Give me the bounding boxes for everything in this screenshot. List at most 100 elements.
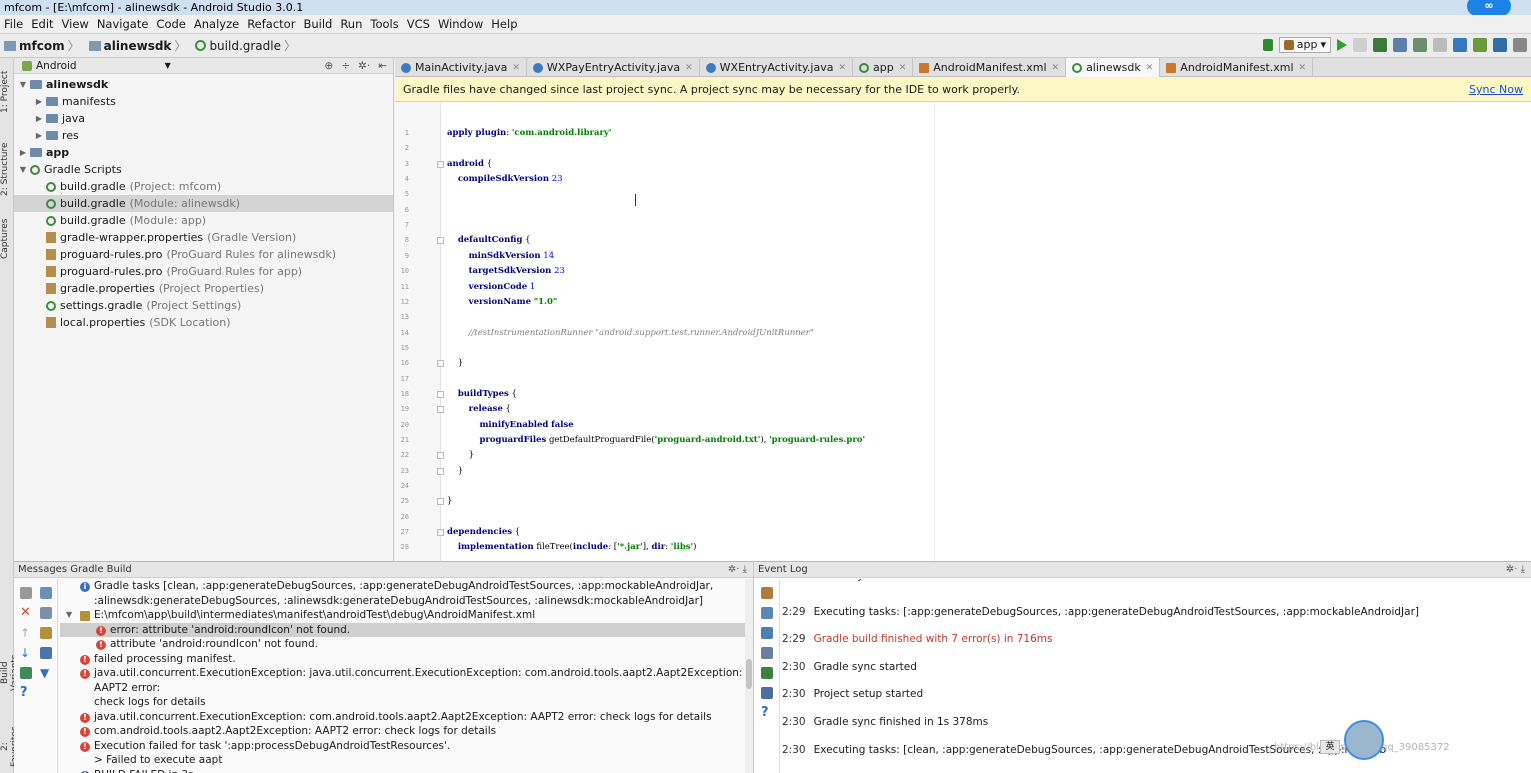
tree-item[interactable]: build.gradle (Module: app) bbox=[14, 212, 393, 229]
tree-item[interactable]: ▶ app bbox=[14, 144, 393, 161]
editor-tab[interactable]: AndroidManifest.xml ✕ bbox=[1160, 58, 1314, 77]
open-file-icon[interactable] bbox=[20, 667, 32, 679]
project-view-select[interactable]: Android bbox=[36, 60, 77, 72]
trash-icon[interactable] bbox=[761, 687, 773, 699]
menu-item-window[interactable]: Window bbox=[434, 17, 487, 31]
checkmark-icon[interactable] bbox=[761, 667, 773, 679]
soft-wrap-icon[interactable] bbox=[761, 627, 773, 639]
chevron-right-icon[interactable]: ▶ bbox=[18, 144, 28, 161]
profile-icon[interactable] bbox=[1393, 38, 1407, 52]
code-editor[interactable]: 1 apply plugin: 'com.android.library' 2 3 an… bbox=[395, 102, 1531, 561]
collapse-all-icon[interactable] bbox=[40, 607, 52, 619]
tree-item[interactable]: build.gradle (Module: alinewsdk) bbox=[14, 195, 393, 212]
tree-item[interactable]: local.properties (SDK Location) bbox=[14, 314, 393, 331]
apply-changes-icon[interactable] bbox=[1353, 38, 1367, 52]
tab-favorites[interactable]: 2: Favorites bbox=[0, 724, 20, 770]
message-item[interactable]: ! java.util.concurrent.ExecutionException… bbox=[60, 710, 746, 725]
tree-item[interactable]: gradle-wrapper.properties (Gradle Version… bbox=[14, 229, 393, 246]
message-item[interactable]: iBUILD FAILED in 3s bbox=[60, 768, 746, 773]
avd-manager-icon[interactable] bbox=[1473, 38, 1487, 52]
message-item[interactable]: i Gradle tasks [clean, :app:generateDebug… bbox=[60, 579, 746, 608]
scroll-to-end-icon[interactable] bbox=[761, 647, 773, 659]
scrollbar-thumb[interactable] bbox=[746, 659, 752, 689]
expand-all-icon[interactable] bbox=[40, 587, 52, 599]
message-item[interactable]: ▼ E:\mfcom\app\build\intermediates\manife… bbox=[60, 608, 746, 623]
run-icon[interactable] bbox=[1337, 39, 1347, 51]
fold-marker-icon[interactable] bbox=[437, 498, 444, 506]
fold-marker-icon[interactable] bbox=[437, 467, 444, 475]
close-icon[interactable]: ✕ bbox=[1299, 63, 1307, 73]
filter-icon[interactable]: ▼ bbox=[40, 667, 52, 679]
editor-tab[interactable]: WXEntryActivity.java ✕ bbox=[700, 58, 853, 77]
gear-icon[interactable]: ✲· bbox=[358, 60, 370, 72]
run-config-select[interactable]: app ▾ bbox=[1278, 37, 1331, 53]
menu-item-view[interactable]: View bbox=[58, 17, 93, 31]
device-monitor-icon[interactable] bbox=[1493, 38, 1507, 52]
next-message-icon[interactable]: ↓ bbox=[20, 647, 32, 659]
tree-item[interactable]: proguard-rules.pro (ProGuard Rules for al… bbox=[14, 246, 393, 263]
help-icon[interactable]: ? bbox=[20, 686, 32, 699]
breadcrumb-file[interactable]: build.gradle 〉 bbox=[195, 37, 299, 54]
export-icon[interactable] bbox=[40, 627, 52, 639]
avatar[interactable] bbox=[1344, 720, 1384, 760]
message-item[interactable]: ! java.util.concurrent.ExecutionException… bbox=[60, 666, 746, 710]
chevron-down-icon[interactable]: ▼ bbox=[66, 608, 72, 623]
menu-item-tools[interactable]: Tools bbox=[366, 17, 402, 31]
ime-indicator[interactable]: 英 bbox=[1320, 740, 1340, 754]
menu-item-build[interactable]: Build bbox=[299, 17, 336, 31]
settings-icon[interactable] bbox=[761, 587, 773, 599]
editor-tab[interactable]: app ✕ bbox=[853, 58, 914, 77]
gear-icon[interactable]: ✲· bbox=[1506, 564, 1518, 575]
editor-tab[interactable]: MainActivity.java ✕ bbox=[395, 58, 527, 77]
stop-icon[interactable] bbox=[1433, 38, 1447, 52]
breadcrumb-project[interactable]: mfcom 〉 bbox=[4, 37, 83, 54]
tab-build-variants[interactable]: Build Variants bbox=[0, 643, 20, 703]
tab-captures[interactable]: Captures bbox=[0, 214, 14, 264]
close-icon[interactable]: ✕ bbox=[1146, 63, 1154, 73]
message-item[interactable]: ! Execution failed for task ':app:process… bbox=[60, 739, 746, 768]
chevron-down-icon[interactable]: ▼ bbox=[18, 76, 28, 93]
debug-icon[interactable] bbox=[1373, 38, 1387, 52]
chevron-right-icon[interactable]: ▶ bbox=[34, 110, 44, 127]
event-text[interactable]: Gradle build finished with 7 error(s) in… bbox=[814, 633, 1053, 645]
attach-debugger-icon[interactable] bbox=[1413, 38, 1427, 52]
chevron-down-icon[interactable]: ▼ bbox=[18, 161, 28, 178]
fold-marker-icon[interactable] bbox=[437, 406, 444, 414]
menu-item-code[interactable]: Code bbox=[152, 17, 189, 31]
tree-item[interactable]: ▶ manifests bbox=[14, 93, 393, 110]
tree-item[interactable]: ▼ alinewsdk bbox=[14, 76, 393, 93]
editor-tab[interactable]: alinewsdk ✕ bbox=[1066, 58, 1161, 77]
tree-item[interactable]: ▶ java bbox=[14, 110, 393, 127]
collapse-all-icon[interactable]: ÷ bbox=[341, 60, 350, 72]
details-icon[interactable] bbox=[40, 647, 52, 659]
cloud-sync-icon[interactable]: ∞ bbox=[1467, 0, 1511, 16]
message-item[interactable]: ! error: attribute 'android:roundIcon' no… bbox=[60, 622, 746, 637]
chevron-down-icon[interactable]: ▼ bbox=[165, 61, 171, 70]
close-icon[interactable]: ✕ bbox=[1052, 63, 1060, 73]
close-icon[interactable]: ✕ bbox=[512, 63, 520, 73]
tab-project[interactable]: 1: Project bbox=[0, 62, 14, 122]
fold-marker-icon[interactable] bbox=[437, 452, 444, 460]
menu-item-edit[interactable]: Edit bbox=[27, 17, 57, 31]
menu-item-file[interactable]: File bbox=[0, 17, 27, 31]
tree-item[interactable]: gradle.properties (Project Properties) bbox=[14, 280, 393, 297]
tree-item[interactable]: proguard-rules.pro (ProGuard Rules for ap… bbox=[14, 263, 393, 280]
menu-item-run[interactable]: Run bbox=[336, 17, 366, 31]
tree-item[interactable]: ▼ Gradle Scripts bbox=[14, 161, 393, 178]
search-everywhere-icon[interactable] bbox=[1513, 38, 1527, 52]
gear-icon[interactable]: ✲· bbox=[728, 564, 740, 575]
hide-panel-icon[interactable]: ⤓ bbox=[1521, 564, 1525, 575]
hide-panel-icon[interactable]: ⇤ bbox=[378, 60, 387, 72]
sdk-manager-icon[interactable] bbox=[1453, 38, 1467, 52]
sync-now-link[interactable]: Sync Now bbox=[1469, 83, 1523, 96]
tab-structure[interactable]: 2: Structure bbox=[0, 134, 14, 204]
menu-item-navigate[interactable]: Navigate bbox=[93, 17, 153, 31]
breadcrumb-module[interactable]: alinewsdk 〉 bbox=[88, 37, 190, 54]
messages-scrollbar[interactable] bbox=[745, 579, 753, 773]
menu-item-refactor[interactable]: Refactor bbox=[243, 17, 299, 31]
message-item[interactable]: ! attribute 'android:roundIcon' not found… bbox=[60, 637, 746, 652]
close-icon[interactable]: ✕ bbox=[685, 63, 693, 73]
fold-marker-icon[interactable] bbox=[437, 390, 444, 398]
fold-marker-icon[interactable] bbox=[437, 237, 444, 245]
message-item[interactable]: ! failed processing manifest. bbox=[60, 652, 746, 667]
